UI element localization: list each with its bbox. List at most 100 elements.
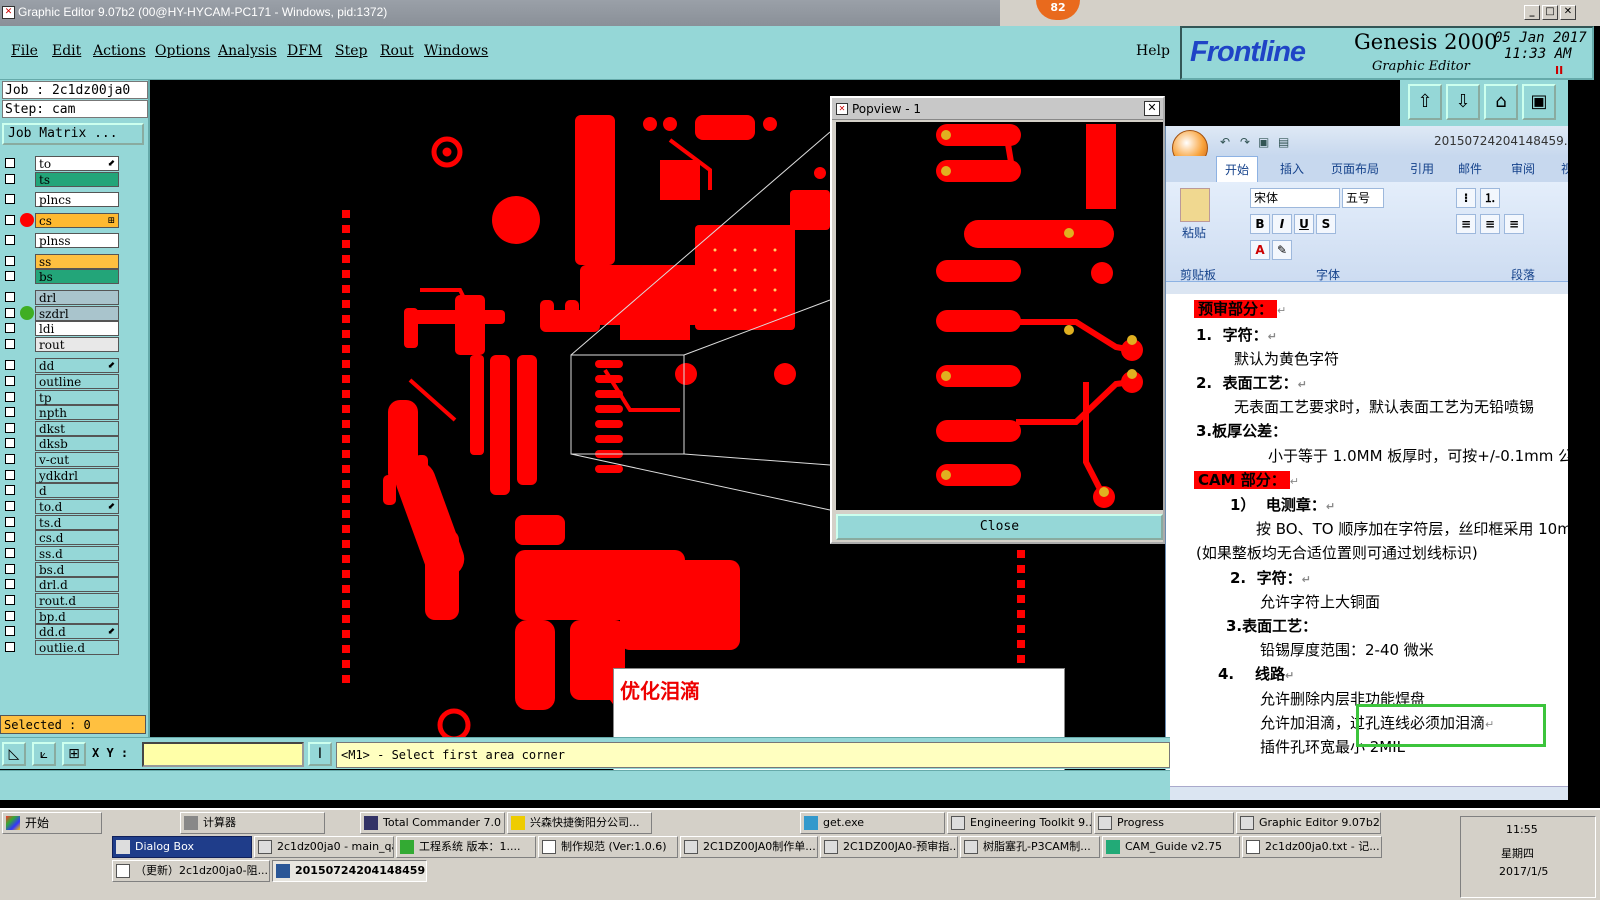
layer-row[interactable]: outline (3, 374, 119, 389)
undo-icon[interactable]: ↶ (1220, 135, 1230, 149)
menu-file[interactable]: File (11, 43, 38, 59)
layer-checkbox[interactable] (5, 564, 15, 574)
layer-name[interactable]: v-cut (35, 452, 119, 467)
task-engineering-system[interactable]: 工程系统 版本：1.... (396, 836, 536, 858)
grid-icon[interactable]: ⊞ (62, 742, 86, 766)
layer-row[interactable]: bs.d (3, 562, 119, 577)
task-prereview[interactable]: 2C1DZ00JA0-预审指... (820, 836, 958, 858)
layer-name[interactable]: rout (35, 337, 119, 352)
tab-mailings[interactable]: 邮件 (1458, 160, 1482, 177)
save-icon[interactable]: ▣ (1258, 135, 1269, 149)
layer-checkbox[interactable] (5, 194, 15, 204)
layer-name[interactable]: d (35, 483, 119, 498)
layer-row[interactable]: to.d ⬋ (3, 499, 119, 514)
layer-row[interactable]: szdrl (3, 306, 119, 321)
menu-options[interactable]: Options (155, 43, 210, 59)
layer-name[interactable]: szdrl (35, 306, 119, 321)
maximize-button[interactable]: □ (1542, 5, 1558, 20)
layer-name[interactable]: plnss (35, 233, 119, 248)
layer-name[interactable]: bp.d (35, 609, 119, 624)
menu-help[interactable]: Help (1136, 43, 1170, 59)
tab-review[interactable]: 审阅 (1511, 160, 1535, 177)
layer-name[interactable]: ts (35, 172, 119, 187)
layer-name[interactable]: npth (35, 405, 119, 420)
layer-row[interactable]: drl.d (3, 577, 119, 592)
layer-checkbox[interactable] (5, 454, 15, 464)
layer-checkbox[interactable] (5, 308, 15, 318)
zoom-area-icon[interactable]: ◺ (2, 742, 26, 766)
layer-row[interactable]: dd.d ⬋ (3, 624, 119, 639)
layer-checkbox[interactable] (5, 392, 15, 402)
start-button[interactable]: 开始 (2, 812, 102, 834)
layer-checkbox[interactable] (5, 360, 15, 370)
layer-row[interactable]: npth (3, 405, 119, 420)
layer-name[interactable]: cs.d (35, 530, 119, 545)
layer-checkbox[interactable] (5, 579, 15, 589)
tab-view[interactable]: 视 (1561, 160, 1568, 177)
cursor-icon[interactable]: I (308, 742, 332, 766)
layer-checkbox[interactable] (5, 235, 15, 245)
numbering-button[interactable]: ⒈ (1480, 188, 1500, 208)
layer-checkbox[interactable] (5, 642, 15, 652)
popview-close-button[interactable]: Close (836, 514, 1163, 540)
layer-checkbox[interactable] (5, 626, 15, 636)
layer-row[interactable]: plncs (3, 192, 119, 207)
window-icon[interactable]: ▣ (1522, 84, 1556, 120)
layer-row[interactable]: ss (3, 254, 119, 269)
layer-row[interactable]: ldi (3, 321, 119, 336)
layer-name[interactable]: rout.d (35, 593, 119, 608)
layer-row[interactable]: ts.d (3, 515, 119, 530)
highlight-button[interactable]: ✎ (1272, 240, 1292, 260)
tab-references[interactable]: 引用 (1410, 160, 1434, 177)
task-resin-plug[interactable]: 树脂塞孔-P3CAM制... (960, 836, 1100, 858)
align-center-button[interactable]: ≡ (1480, 214, 1500, 234)
layer-name[interactable]: dksb (35, 436, 119, 451)
layer-name[interactable]: ss.d (35, 546, 119, 561)
system-clock[interactable]: 11:55 星期四 2017/1/5 (1460, 816, 1596, 898)
layer-name[interactable]: dd ⬋ (35, 358, 119, 373)
menu-analysis[interactable]: Analysis (218, 43, 277, 59)
menu-rout[interactable]: Rout (380, 43, 414, 59)
menu-edit[interactable]: Edit (52, 43, 81, 59)
tab-insert[interactable]: 插入 (1280, 160, 1304, 177)
font-color-button[interactable]: A (1250, 240, 1270, 260)
layer-checkbox[interactable] (5, 423, 15, 433)
home-icon[interactable]: ⌂ (1484, 84, 1518, 120)
layer-name[interactable]: bs (35, 269, 119, 284)
layer-row[interactable]: ydkdrl (3, 468, 119, 483)
layer-row[interactable]: d (3, 483, 119, 498)
layer-row[interactable]: v-cut (3, 452, 119, 467)
pause-icon[interactable]: II (1555, 64, 1563, 77)
layer-row[interactable]: rout (3, 337, 119, 352)
bullets-button[interactable]: ⁝ (1456, 188, 1476, 208)
layer-row[interactable]: cs ⊞ (3, 213, 119, 228)
layer-name[interactable]: ts.d (35, 515, 119, 530)
align-left-button[interactable]: ≡ (1456, 214, 1476, 234)
task-notepad[interactable]: 2c1dz00ja0.txt - 记... (1242, 836, 1382, 858)
task-word-doc[interactable]: 20150724204148459.... (272, 860, 427, 882)
layer-checkbox[interactable] (5, 532, 15, 542)
layer-row[interactable]: cs.d (3, 530, 119, 545)
layer-checkbox[interactable] (5, 256, 15, 266)
layer-name[interactable]: to ⬋ (35, 156, 119, 171)
layer-checkbox[interactable] (5, 292, 15, 302)
menu-step[interactable]: Step (335, 43, 367, 59)
menu-dfm[interactable]: DFM (287, 43, 322, 59)
task-total-commander[interactable]: Total Commander 7.0 ... (360, 812, 505, 834)
task-browser[interactable]: 兴森快捷衡阳分公司... (507, 812, 652, 834)
menu-windows[interactable]: Windows (424, 43, 488, 59)
layer-name[interactable]: ydkdrl (35, 468, 119, 483)
layer-row[interactable]: tp (3, 390, 119, 405)
import-icon[interactable]: ⇩ (1446, 84, 1480, 120)
layer-checkbox[interactable] (5, 215, 15, 225)
layer-name[interactable]: outline (35, 374, 119, 389)
layer-row[interactable]: ss.d (3, 546, 119, 561)
task-spec[interactable]: 制作规范 (Ver:1.0.6) (538, 836, 678, 858)
layer-checkbox[interactable] (5, 376, 15, 386)
export-icon[interactable]: ⇧ (1408, 84, 1442, 120)
layer-name[interactable]: to.d ⬋ (35, 499, 119, 514)
layer-name[interactable]: drl (35, 290, 119, 305)
layer-affected-dot[interactable] (20, 306, 34, 320)
layer-checkbox[interactable] (5, 339, 15, 349)
layer-name[interactable]: drl.d (35, 577, 119, 592)
